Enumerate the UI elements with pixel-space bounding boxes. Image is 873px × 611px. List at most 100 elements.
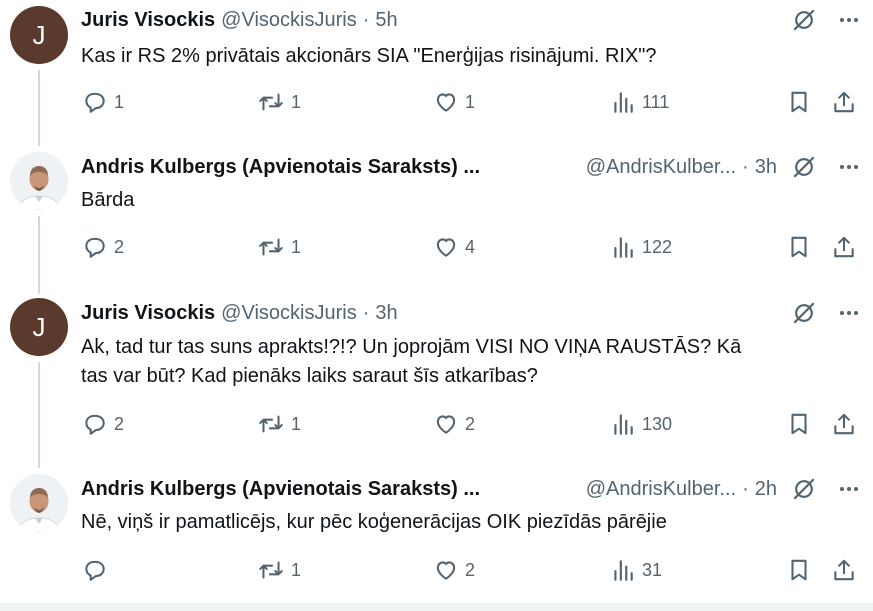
grok-icon[interactable] [791, 154, 817, 180]
avatar-letter: J [32, 19, 46, 50]
reply-count: 2 [114, 236, 125, 257]
more-icon[interactable] [837, 301, 861, 325]
repost-button[interactable]: 1 [257, 87, 301, 117]
like-button[interactable]: 2 [433, 409, 475, 439]
tweet-text-line: Ak, tad tur tas suns aprakts!?!? Un jopr… [81, 336, 742, 358]
bookmark-icon [791, 91, 807, 113]
repost-icon [259, 238, 283, 256]
share-icon [834, 91, 854, 113]
heart-icon [436, 415, 456, 434]
reply-icon [85, 237, 105, 258]
separator: · [742, 155, 749, 178]
like-count: 1 [465, 91, 476, 112]
avatar[interactable]: J [10, 6, 68, 64]
author-name[interactable]: Juris Visockis [81, 302, 215, 325]
separator: · [362, 8, 370, 31]
divider [0, 603, 873, 611]
tweet-text: Nē, viņš ir pamatlicējs, kur pēc koģener… [81, 511, 667, 533]
tweet-text: Bārda [81, 189, 135, 211]
heart-icon [436, 238, 456, 257]
like-count: 2 [465, 413, 476, 434]
author-handle[interactable]: @AndrisKulber... [586, 156, 736, 179]
like-button[interactable]: 2 [433, 555, 475, 585]
views-icon [614, 560, 633, 581]
share-icon [834, 413, 854, 435]
more-icon[interactable] [837, 155, 861, 179]
action-bar: 1 1 1 111 [0, 87, 873, 117]
reply-button[interactable]: 1 [82, 87, 124, 117]
bookmark-icon [791, 236, 807, 258]
like-button[interactable]: 4 [433, 232, 475, 262]
tweet[interactable]: J Juris Visockis @VisockisJuris · 3h Ak,… [0, 296, 873, 472]
heart-icon [436, 93, 456, 112]
author-name[interactable]: Juris Visockis [81, 9, 215, 32]
avatar-letter: J [32, 311, 46, 342]
views-button[interactable]: 31 [610, 555, 662, 585]
repost-button[interactable]: 1 [257, 555, 301, 585]
timestamp[interactable]: 3h [375, 302, 397, 325]
bookmark-button[interactable] [786, 87, 812, 117]
views-button[interactable]: 111 [610, 87, 669, 117]
repost-count: 1 [291, 91, 302, 112]
avatar[interactable]: J [10, 298, 68, 356]
repost-button[interactable]: 1 [257, 409, 301, 439]
tweet-header: Andris Kulbergs (Apvienotais Saraksts) .… [81, 153, 861, 181]
views-button[interactable]: 130 [610, 409, 672, 439]
reply-count: 1 [114, 91, 125, 112]
author-name[interactable]: Andris Kulbergs (Apvienotais Saraksts) .… [81, 478, 480, 501]
tweet-header: Juris Visockis @VisockisJuris · 5h [81, 6, 861, 34]
share-button[interactable] [831, 409, 857, 439]
like-count: 4 [465, 236, 476, 257]
tweet[interactable]: Andris Kulbergs (Apvienotais Saraksts) .… [0, 472, 873, 603]
tweet-text: Kas ir RS 2% privātais akcionārs SIA "En… [81, 45, 657, 67]
view-count: 111 [642, 91, 670, 112]
reply-button[interactable] [82, 555, 114, 585]
view-count: 122 [642, 236, 673, 257]
share-button[interactable] [831, 555, 857, 585]
reply-icon [85, 92, 105, 113]
share-icon [834, 236, 854, 258]
more-icon[interactable] [837, 477, 861, 501]
reply-button[interactable]: 2 [82, 232, 124, 262]
views-icon [614, 237, 633, 258]
bookmark-button[interactable] [786, 232, 812, 262]
view-count: 31 [642, 559, 663, 580]
repost-count: 1 [291, 413, 302, 434]
repost-icon [259, 561, 283, 579]
timestamp[interactable]: 3h [755, 156, 777, 179]
action-bar: 2 1 2 130 [0, 409, 873, 439]
grok-icon[interactable] [791, 476, 817, 502]
timestamp[interactable]: 2h [755, 478, 777, 501]
like-button[interactable]: 1 [433, 87, 475, 117]
author-handle[interactable]: @VisockisJuris [221, 9, 357, 32]
action-bar: 2 1 4 122 [0, 232, 873, 262]
tweet[interactable]: J Juris Visockis @VisockisJuris · 5h Kas… [0, 0, 873, 150]
views-button[interactable]: 122 [610, 232, 672, 262]
tweet[interactable]: Andris Kulbergs (Apvienotais Saraksts) .… [0, 150, 873, 296]
repost-icon [259, 93, 283, 111]
reply-icon [85, 414, 105, 435]
profile-photo [10, 474, 68, 532]
bookmark-button[interactable] [786, 409, 812, 439]
timestamp[interactable]: 5h [375, 9, 397, 32]
bookmark-icon [791, 413, 807, 435]
share-button[interactable] [831, 232, 857, 262]
tweet-text: Ak, tad tur tas suns aprakts!?!? Un jopr… [81, 333, 843, 391]
reply-button[interactable]: 2 [82, 409, 124, 439]
separator: · [362, 301, 370, 324]
avatar[interactable] [10, 474, 68, 532]
author-handle[interactable]: @AndrisKulber... [586, 478, 736, 501]
grok-icon[interactable] [791, 300, 817, 326]
repost-button[interactable]: 1 [257, 232, 301, 262]
heart-icon [436, 561, 456, 580]
author-name[interactable]: Andris Kulbergs (Apvienotais Saraksts) .… [81, 156, 480, 179]
separator: · [742, 477, 749, 500]
author-handle[interactable]: @VisockisJuris [221, 302, 357, 325]
share-button[interactable] [831, 87, 857, 117]
grok-icon[interactable] [791, 7, 817, 33]
avatar[interactable] [10, 152, 68, 210]
bookmark-icon [791, 559, 807, 581]
more-icon[interactable] [837, 8, 861, 32]
bookmark-button[interactable] [786, 555, 812, 585]
repost-count: 1 [291, 236, 302, 257]
